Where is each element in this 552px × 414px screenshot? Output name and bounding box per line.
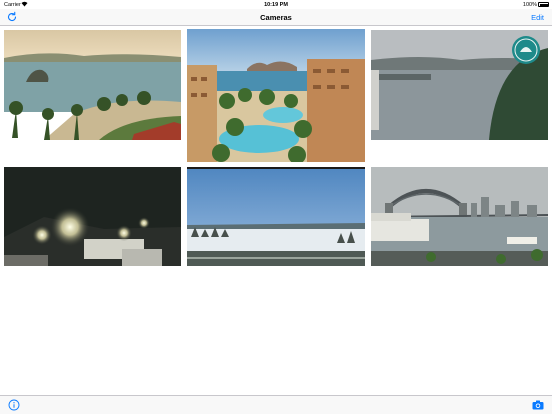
camera-preview-4 xyxy=(4,167,181,266)
battery-icon xyxy=(538,2,549,7)
camera-tile-3[interactable] xyxy=(371,30,548,140)
battery-percent: 100% xyxy=(522,1,537,8)
camera-tile-6[interactable] xyxy=(371,167,548,266)
page-title: Cameras xyxy=(260,13,292,22)
edit-button[interactable]: Edit xyxy=(531,13,544,22)
status-time: 10:19 PM xyxy=(264,1,288,8)
camera-tile-2[interactable] xyxy=(187,29,365,162)
camera-preview-2 xyxy=(187,29,365,162)
camera-tile-1[interactable] xyxy=(4,30,181,140)
camera-preview-5 xyxy=(187,167,365,266)
camera-tile-5[interactable] xyxy=(187,167,365,266)
camera-tile-4[interactable] xyxy=(4,167,181,266)
camera-preview-1 xyxy=(4,30,181,140)
camera-icon[interactable] xyxy=(532,400,544,410)
navigation-bar: Cameras Edit xyxy=(0,9,552,26)
info-icon[interactable] xyxy=(8,399,20,411)
bottom-toolbar xyxy=(0,395,552,414)
status-bar: Carrier 10:19 PM 100% xyxy=(0,0,552,9)
camera-preview-6 xyxy=(371,167,548,266)
camera-preview-3 xyxy=(371,30,548,140)
pacifica-logo xyxy=(512,36,540,64)
